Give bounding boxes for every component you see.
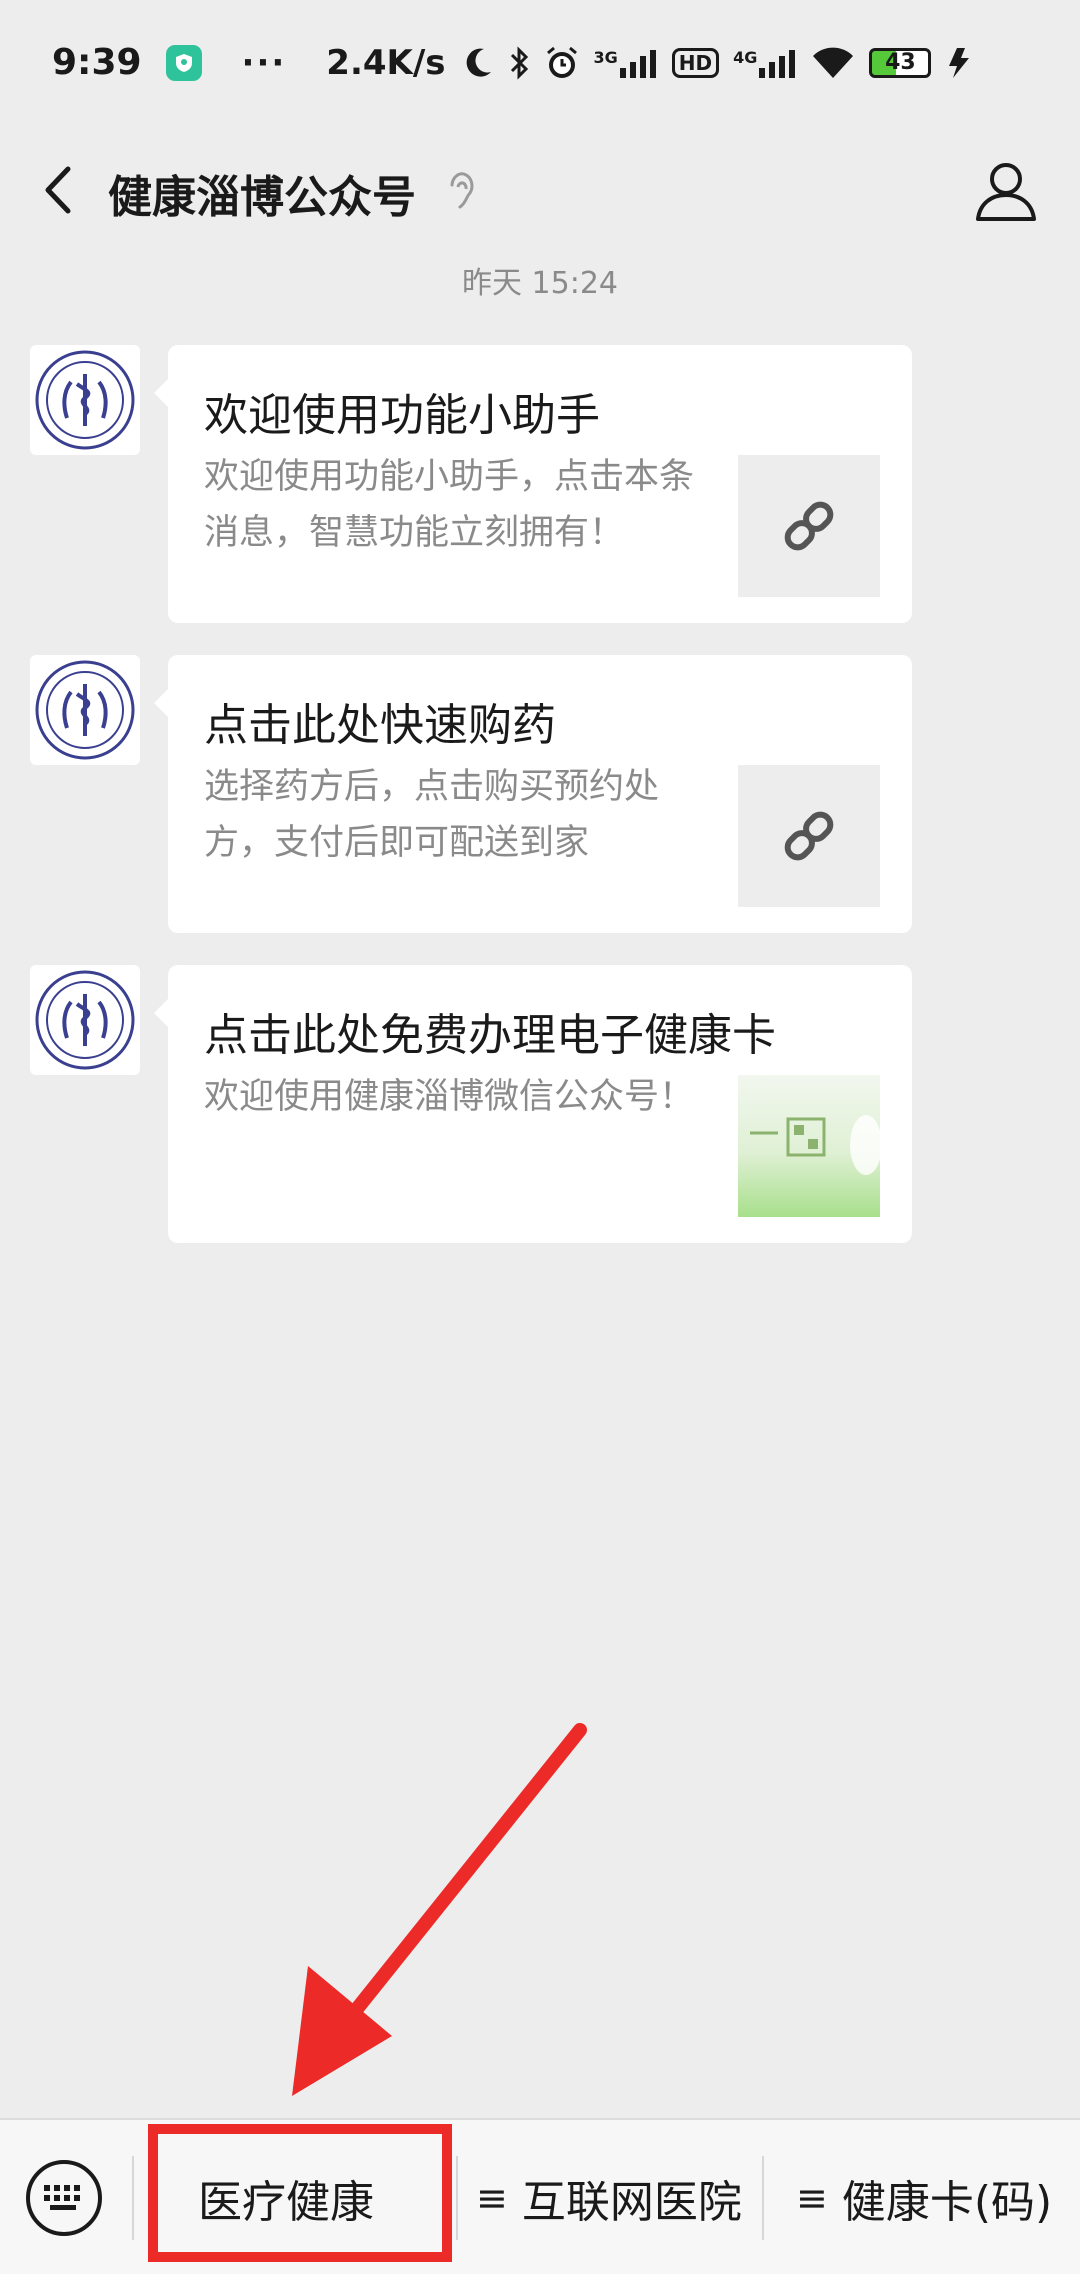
moon-icon <box>464 46 494 80</box>
wifi-icon <box>811 46 855 80</box>
menu-item-health-card[interactable]: ≡ 健康卡(码) <box>796 2160 1052 2236</box>
alarm-clock-icon <box>544 45 580 81</box>
article-description: 欢迎使用健康淄博微信公众号！ <box>204 1077 695 1117</box>
article-card[interactable]: 点击此处快速购药 选择药方后，点击购买预约处方，支付后即可配送到家 <box>154 655 912 933</box>
signal-4g-label: 4G <box>733 47 758 67</box>
keyboard-toggle-button[interactable] <box>26 2160 102 2236</box>
article-description: 选择药方后，点击购买预约处方，支付后即可配送到家 <box>204 767 660 863</box>
article-description: 欢迎使用功能小助手，点击本条消息，智慧功能立刻拥有！ <box>204 457 695 553</box>
ear-icon <box>444 167 480 213</box>
menu-divider <box>132 2156 134 2240</box>
page-title: 健康淄博公众号 <box>108 172 416 223</box>
link-icon <box>784 811 834 861</box>
hd-icon: HD <box>671 47 720 78</box>
avatar[interactable] <box>30 655 140 765</box>
article-thumbnail <box>738 765 880 907</box>
status-more-dots: ··· <box>241 42 287 83</box>
charging-icon <box>945 46 975 80</box>
battery-icon: 43 <box>869 47 932 78</box>
message-timestamp: 昨天 15:24 <box>462 266 618 301</box>
menu-divider <box>456 2156 458 2240</box>
avatar[interactable] <box>30 345 140 455</box>
link-icon <box>784 501 834 551</box>
article-thumbnail <box>738 455 880 597</box>
article-title: 点击此处快速购药 <box>204 700 556 751</box>
security-shield-icon <box>165 44 202 81</box>
signal-4g-icon: 4G <box>733 48 797 78</box>
menu-icon: ≡ <box>796 2176 828 2220</box>
back-button[interactable] <box>32 155 92 225</box>
article-card[interactable]: 点击此处免费办理电子健康卡 欢迎使用健康淄博微信公众号！ <box>154 965 912 1243</box>
annotation-highlight-box <box>148 2124 452 2262</box>
status-bar: 9:39 ··· 2.4K/s 3G HD 4G 43 <box>0 0 1080 125</box>
bluetooth-icon <box>508 45 530 81</box>
hd-label: HD <box>678 50 713 75</box>
article-title: 欢迎使用功能小助手 <box>204 390 600 441</box>
status-time: 9:39 <box>52 42 142 83</box>
menu-item-internet-hospital[interactable]: ≡ 互联网医院 <box>476 2160 742 2236</box>
chat-header: 健康淄博公众号 <box>0 125 1080 255</box>
menu-icon: ≡ <box>476 2176 508 2220</box>
article-card[interactable]: 欢迎使用功能小助手 欢迎使用功能小助手，点击本条消息，智慧功能立刻拥有！ <box>154 345 912 623</box>
signal-3g-label: 3G <box>593 47 618 67</box>
signal-3g-icon: 3G <box>594 48 658 78</box>
health-card-image <box>738 1075 880 1217</box>
article-title: 点击此处免费办理电子健康卡 <box>204 1010 776 1061</box>
profile-button[interactable] <box>972 157 1040 223</box>
menu-item-label: 互联网医院 <box>521 2177 742 2228</box>
menu-divider <box>762 2156 764 2240</box>
battery-level: 43 <box>885 50 916 75</box>
network-speed: 2.4K/s <box>326 42 446 83</box>
avatar[interactable] <box>30 965 140 1075</box>
menu-item-label: 健康卡(码) <box>841 2177 1053 2228</box>
keyboard-icon <box>44 2185 80 2210</box>
